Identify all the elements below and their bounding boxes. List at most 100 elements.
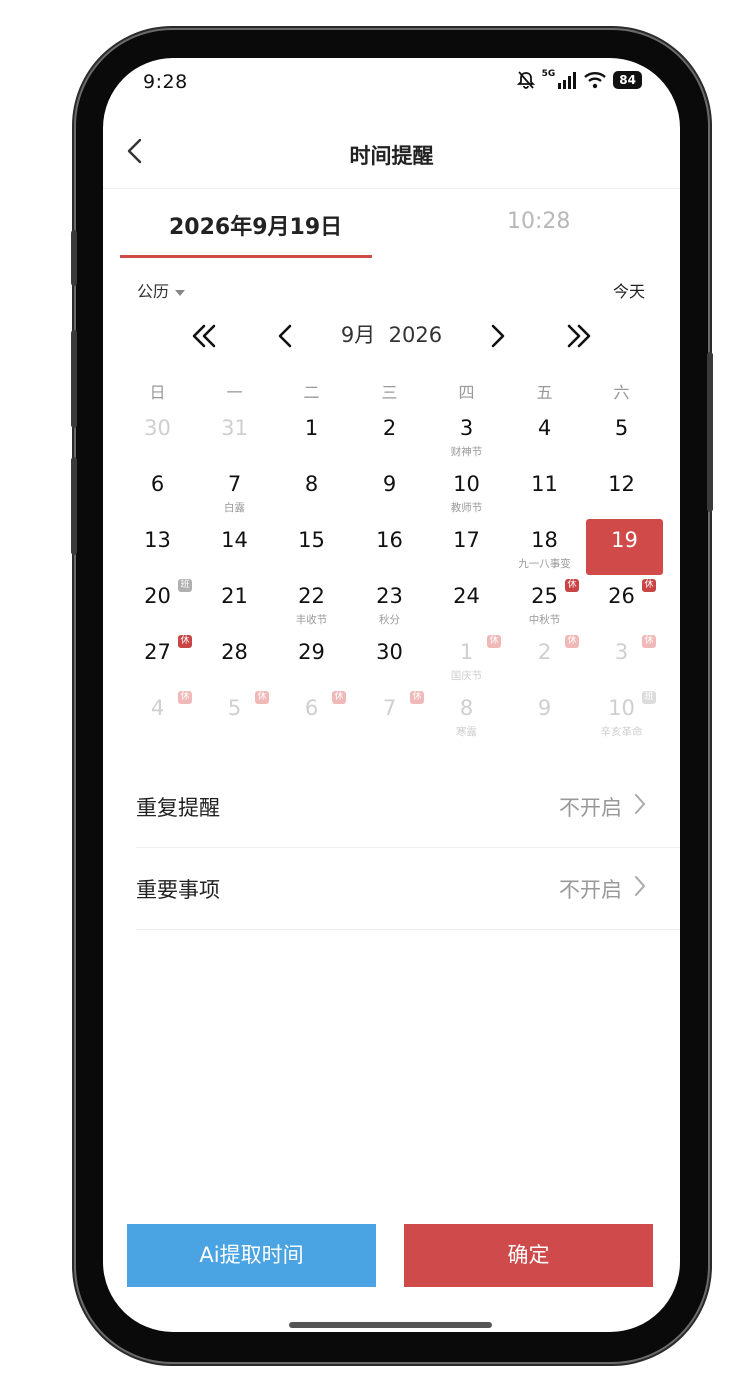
calendar-day[interactable]: 6: [119, 470, 196, 526]
month-navigation: 9月 2026: [103, 316, 680, 356]
calendar-day[interactable]: 28: [196, 638, 273, 694]
important-item-label: 重要事项: [136, 878, 220, 902]
day-number: 11: [531, 472, 558, 496]
chevron-right-icon: [635, 794, 646, 814]
day-festival-label: 寒露: [456, 726, 477, 738]
signal-icon: [558, 72, 577, 89]
calendar-day[interactable]: 9: [351, 470, 428, 526]
calendar-day[interactable]: 31: [196, 414, 273, 470]
home-indicator: [289, 1322, 492, 1328]
day-number: 7: [227, 472, 242, 496]
calendar-day[interactable]: 10 辛亥革命班: [583, 691, 660, 750]
ai-extract-time-button[interactable]: Ai提取时间: [127, 1224, 376, 1287]
holiday-badge: 休: [565, 635, 579, 648]
day-number: 31: [221, 416, 248, 440]
repeat-reminder-value: 不开启: [559, 796, 622, 820]
calendar-day[interactable]: 24: [428, 582, 505, 638]
today-button[interactable]: 今天: [613, 278, 645, 302]
day-festival-label: 九一八事变: [518, 558, 571, 570]
day-number: 16: [376, 528, 403, 552]
network-label: 5G: [541, 69, 556, 79]
holiday-badge: 休: [410, 691, 424, 704]
weekday-label: 五: [536, 383, 553, 402]
calendar-day[interactable]: 14: [196, 526, 273, 582]
next-year-icon[interactable]: [559, 316, 599, 356]
calendar-day[interactable]: 5休: [196, 691, 273, 750]
next-month-icon[interactable]: [477, 316, 517, 356]
day-festival-label: 财神节: [450, 446, 483, 458]
calendar-day[interactable]: 15: [273, 526, 350, 582]
weekday-label: 六: [613, 383, 630, 402]
calendar-day[interactable]: 23 秋分: [351, 582, 428, 638]
calendar-day[interactable]: 1: [273, 414, 350, 470]
day-number: 2: [382, 416, 397, 440]
tab-time[interactable]: 10:28: [507, 209, 570, 234]
day-number: 30: [376, 640, 403, 664]
day-festival-label: 秋分: [379, 614, 400, 626]
calendar-day[interactable]: 2休: [506, 635, 583, 694]
tab-date[interactable]: 2026年9月19日: [169, 209, 342, 241]
calendar-day[interactable]: 25 中秋节休: [506, 579, 583, 638]
calendar-day[interactable]: 7休: [351, 691, 428, 750]
calendar-day[interactable]: 2: [351, 414, 428, 470]
calendar-day[interactable]: 27 休: [119, 635, 196, 694]
calendar-day[interactable]: 30: [351, 638, 428, 694]
calendar-day[interactable]: 3 财神节: [428, 414, 505, 470]
calendar-day[interactable]: 18 九一八事变: [506, 526, 583, 582]
day-number: 14: [221, 528, 248, 552]
day-number: 10: [453, 472, 480, 496]
calendar-day[interactable]: 3休: [583, 635, 660, 694]
day-festival-label: 中秋节: [528, 614, 561, 626]
day-number: 3: [459, 416, 474, 440]
day-festival-label: 白露: [224, 502, 245, 514]
holiday-badge: 休: [255, 691, 269, 704]
confirm-button[interactable]: 确定: [404, 1224, 653, 1287]
day-number: 1: [304, 416, 319, 440]
mute-switch: [71, 230, 77, 286]
calendar-day[interactable]: 11: [506, 470, 583, 526]
status-bar: 9:28 5G 84: [103, 58, 680, 106]
header: 时间提醒: [103, 122, 680, 189]
calendar-day[interactable]: 5: [583, 414, 660, 470]
holiday-badge: 休: [178, 691, 192, 704]
calendar-day[interactable]: 29: [273, 638, 350, 694]
calendar-day[interactable]: 8: [273, 470, 350, 526]
calendar-day[interactable]: 10 教师节: [428, 470, 505, 526]
day-number: 15: [298, 528, 325, 552]
calendar-day[interactable]: 30: [119, 414, 196, 470]
calendar-day[interactable]: 4: [506, 414, 583, 470]
calendar-day[interactable]: 17: [428, 526, 505, 582]
day-number: 28: [221, 640, 248, 664]
calendar-day[interactable]: 21: [196, 582, 273, 638]
calendar-day[interactable]: 12: [583, 470, 660, 526]
status-icons: 5G 84: [516, 69, 642, 90]
calendar-day[interactable]: 20 班: [119, 579, 196, 638]
day-number: 22: [298, 584, 325, 608]
important-item-row[interactable]: 重要事项 不开启: [136, 847, 680, 930]
calendar-day[interactable]: 9: [506, 694, 583, 750]
day-number: 18: [531, 528, 558, 552]
holiday-badge: 休: [642, 579, 656, 592]
day-number: 29: [298, 640, 325, 664]
day-number: 4: [537, 416, 552, 440]
calendar-day[interactable]: 16: [351, 526, 428, 582]
calendar-day[interactable]: 6休: [273, 691, 350, 750]
calendar-day[interactable]: 22 丰收节: [273, 582, 350, 638]
calendar-day[interactable]: 13: [119, 526, 196, 582]
calendar-day[interactable]: 26 休: [583, 579, 660, 638]
day-number: 5: [614, 416, 629, 440]
workday-badge: 班: [642, 691, 656, 704]
repeat-reminder-row[interactable]: 重复提醒 不开启: [136, 765, 680, 848]
day-number: 6: [150, 472, 165, 496]
holiday-badge: 休: [332, 691, 346, 704]
day-number: 30: [144, 416, 171, 440]
calendar-day-selected[interactable]: 19: [586, 519, 663, 575]
calendar-day[interactable]: 1 国庆节休: [428, 635, 505, 694]
day-number: 21: [221, 584, 248, 608]
page-title: 时间提醒: [349, 144, 434, 168]
weekday-label: 日: [149, 383, 166, 402]
calendar-day[interactable]: 8 寒露: [428, 694, 505, 750]
calendar-type-dropdown[interactable]: 公历: [137, 278, 186, 302]
calendar-day[interactable]: 7 白露: [196, 470, 273, 526]
calendar-day[interactable]: 4休: [119, 691, 196, 750]
